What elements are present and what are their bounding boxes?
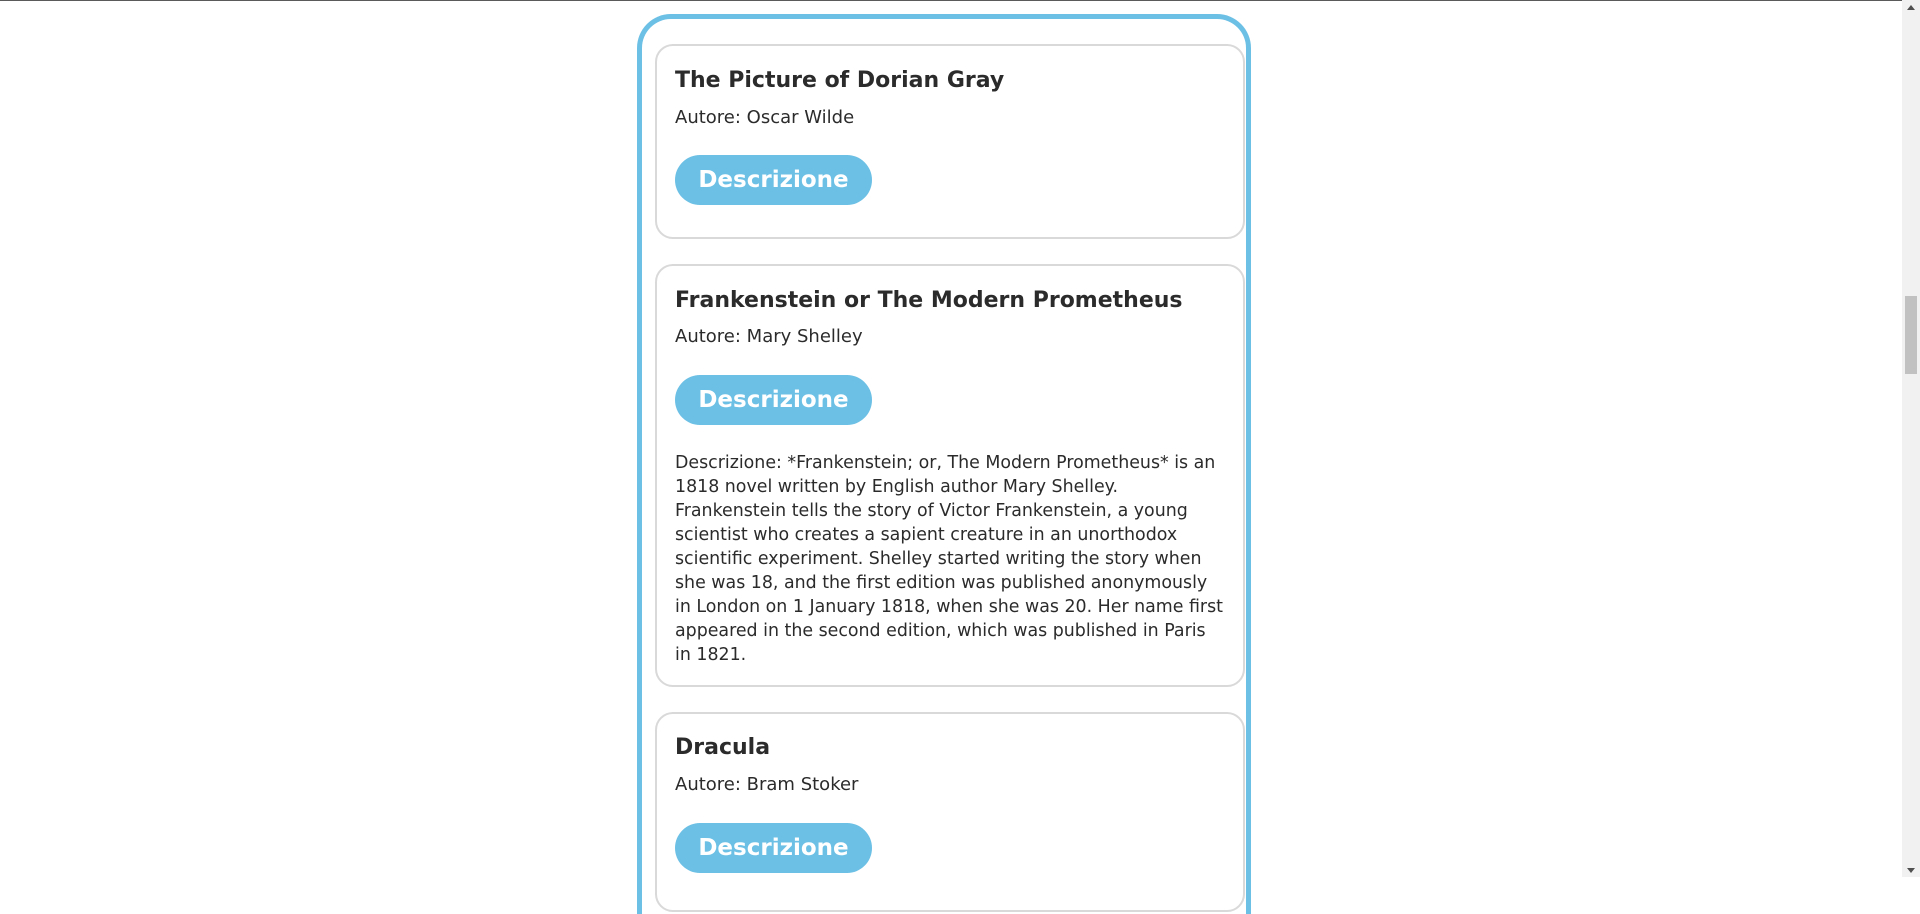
book-card: Frankenstein or The Modern Prometheus Au…	[655, 264, 1245, 687]
page-scrollbar[interactable]	[1902, 0, 1920, 877]
top-border	[0, 0, 1902, 1]
book-title: Frankenstein or The Modern Prometheus	[675, 288, 1183, 313]
scroll-down-arrow-icon[interactable]	[1902, 863, 1920, 877]
description-button[interactable]: Descrizione	[675, 823, 872, 873]
description-button[interactable]: Descrizione	[675, 155, 872, 205]
book-author: Autore: Mary Shelley	[675, 326, 863, 347]
book-title: Dracula	[675, 735, 771, 760]
scrollbar-thumb[interactable]	[1905, 296, 1917, 374]
book-card: The Picture of Dorian Gray Autore: Oscar…	[655, 44, 1245, 239]
book-description: Descrizione: *Frankenstein; or, The Mode…	[675, 453, 1223, 665]
book-author: Autore: Oscar Wilde	[675, 107, 855, 128]
book-author: Autore: Bram Stoker	[675, 774, 859, 795]
book-card: Dracula Autore: Bram Stoker Descrizione	[655, 712, 1245, 912]
book-title: The Picture of Dorian Gray	[675, 68, 1005, 93]
scroll-up-arrow-icon[interactable]	[1902, 0, 1920, 14]
description-button[interactable]: Descrizione	[675, 375, 872, 425]
